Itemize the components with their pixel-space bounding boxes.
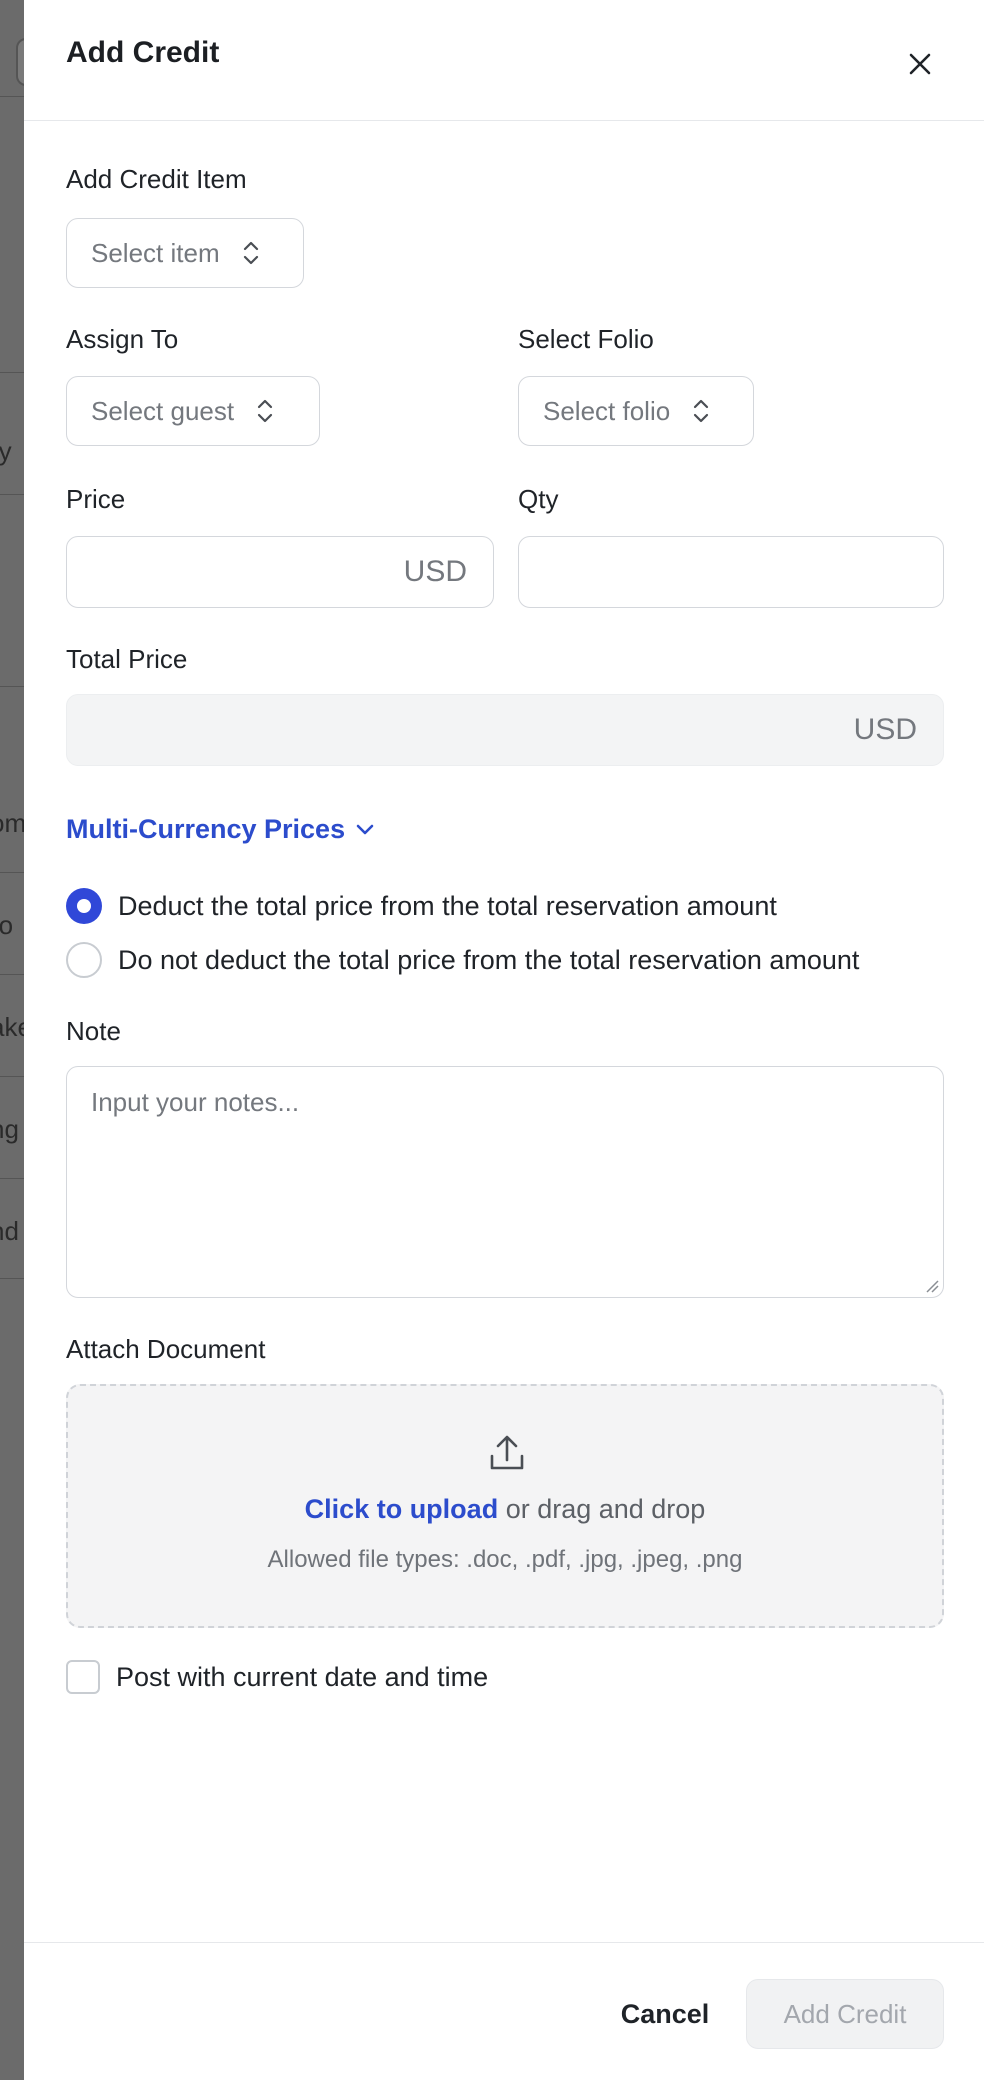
credit-item-select[interactable]: Select item xyxy=(66,218,304,288)
resize-grip-icon[interactable] xyxy=(925,1279,939,1293)
background-divider xyxy=(0,1178,24,1179)
price-label: Price xyxy=(66,484,126,514)
upload-instructions: Click to upload or drag and drop xyxy=(68,1494,942,1525)
attach-document-label: Attach Document xyxy=(66,1334,266,1364)
background-text: ng xyxy=(0,1114,19,1144)
credit-item-placeholder: Select item xyxy=(91,237,220,268)
click-to-upload-link[interactable]: Click to upload xyxy=(305,1494,499,1524)
background-text: ry xyxy=(0,436,12,466)
background-divider xyxy=(0,686,24,687)
folio-placeholder: Select folio xyxy=(543,395,671,426)
chevron-down-icon xyxy=(356,824,374,834)
chevron-up-down-icon xyxy=(257,399,273,423)
add-credit-button[interactable]: Add Credit xyxy=(746,1979,944,2049)
background-divider xyxy=(0,872,24,873)
no-deduct-option-label: Do not deduct the total price from the t… xyxy=(118,944,860,975)
background-divider xyxy=(0,974,24,975)
guest-select[interactable]: Select guest xyxy=(66,376,320,446)
add-credit-drawer: Add Credit Add Credit Item Select item A… xyxy=(24,0,984,2080)
multi-currency-label: Multi-Currency Prices xyxy=(66,814,346,844)
deduct-option[interactable]: Deduct the total price from the total re… xyxy=(66,888,777,924)
background-text: nd xyxy=(0,1216,19,1246)
chevron-up-down-icon xyxy=(243,241,258,265)
close-icon xyxy=(909,53,931,75)
qty-label: Qty xyxy=(518,484,559,514)
price-input[interactable]: USD xyxy=(66,536,494,608)
background-text: om xyxy=(0,808,24,838)
folio-select[interactable]: Select folio xyxy=(518,376,754,446)
background-divider xyxy=(0,1076,24,1077)
no-deduct-option[interactable]: Do not deduct the total price from the t… xyxy=(66,942,859,978)
deduct-option-label: Deduct the total price from the total re… xyxy=(118,890,777,921)
select-folio-label: Select Folio xyxy=(518,324,654,354)
background-text: ro xyxy=(0,910,14,940)
background-text: ake xyxy=(0,1012,24,1042)
background-divider xyxy=(0,1278,24,1279)
allowed-file-types: Allowed file types: .doc, .pdf, .jpg, .j… xyxy=(267,1546,743,1573)
file-dropzone[interactable]: Click to upload or drag and drop Allowed… xyxy=(66,1384,944,1628)
background-button xyxy=(16,38,24,86)
chevron-up-down-icon xyxy=(694,399,709,423)
cancel-button[interactable]: Cancel xyxy=(584,1979,746,2049)
upload-icon xyxy=(490,1435,524,1470)
deduct-radio[interactable] xyxy=(66,888,102,924)
assign-to-label: Assign To xyxy=(66,324,179,354)
background-divider xyxy=(0,372,24,373)
guest-placeholder: Select guest xyxy=(91,395,235,426)
note-label: Note xyxy=(66,1016,121,1046)
background-divider xyxy=(0,96,24,97)
post-current-label: Post with current date and time xyxy=(116,1661,489,1692)
post-current-checkbox[interactable] xyxy=(66,1660,100,1694)
total-price-label: Total Price xyxy=(66,644,188,674)
drawer-footer: Cancel Add Credit xyxy=(24,1942,984,2080)
qty-input[interactable] xyxy=(518,536,944,608)
credit-item-label: Add Credit Item xyxy=(66,164,247,194)
total-price-input: USD xyxy=(66,694,944,766)
drawer-header: Add Credit xyxy=(24,0,984,121)
post-current-option[interactable]: Post with current date and time xyxy=(66,1660,488,1694)
drag-drop-text: or drag and drop xyxy=(498,1494,706,1524)
total-price-currency-suffix: USD xyxy=(853,713,917,746)
note-textarea[interactable]: Input your notes... xyxy=(66,1066,944,1298)
price-currency-suffix: USD xyxy=(403,555,467,588)
background-page: ry - om ro ake ng nd xyxy=(0,0,24,2080)
background-divider xyxy=(0,494,24,495)
close-button[interactable] xyxy=(904,48,936,80)
no-deduct-radio[interactable] xyxy=(66,942,102,978)
note-placeholder: Input your notes... xyxy=(91,1087,300,1117)
multi-currency-toggle[interactable]: Multi-Currency Prices xyxy=(66,814,375,845)
drawer-title: Add Credit xyxy=(66,36,220,69)
